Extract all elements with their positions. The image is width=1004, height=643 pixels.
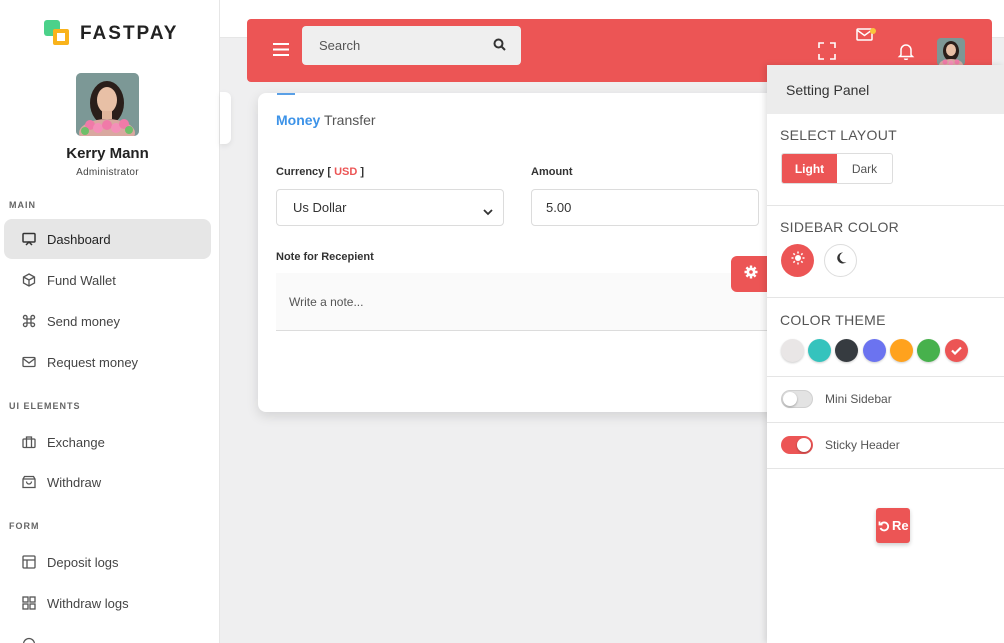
- brand-name: FASTPAY: [80, 23, 179, 44]
- theme-swatch-selected[interactable]: [945, 339, 968, 362]
- section-title-form: FORM: [9, 521, 40, 531]
- note-input[interactable]: [276, 273, 778, 331]
- logo-icon: [44, 20, 72, 48]
- section-title-main: MAIN: [9, 200, 36, 210]
- toggle-knob: [797, 438, 811, 452]
- sidebar-item-label: Withdraw logs: [47, 595, 129, 611]
- layout-option-dark[interactable]: Dark: [837, 154, 892, 183]
- sidebar-item-deposit-logs[interactable]: Deposit logs: [4, 542, 211, 582]
- amount-input[interactable]: [531, 189, 759, 226]
- search-input[interactable]: [302, 26, 521, 65]
- user-name: Kerry Mann: [66, 145, 149, 162]
- user-avatar[interactable]: [76, 73, 139, 136]
- layout-section-title: SELECT LAYOUT: [780, 127, 897, 143]
- sidebar-item-settings-partial[interactable]: [4, 624, 211, 643]
- sidebar-color-title: SIDEBAR COLOR: [780, 219, 900, 235]
- setting-panel-title: Setting Panel: [767, 65, 1004, 114]
- color-theme-section: [767, 298, 1004, 377]
- sidebar-item-send-money[interactable]: Send money: [4, 301, 211, 341]
- settings-toggle-button[interactable]: [731, 256, 771, 292]
- sidebar-item-exchange[interactable]: Exchange: [4, 422, 211, 462]
- sidebar-item-withdraw-logs[interactable]: Withdraw logs: [4, 583, 211, 623]
- sidebar-item-label: Exchange: [47, 434, 105, 450]
- sidebar-item-label: Send money: [47, 313, 120, 329]
- currency-select-value: Us Dollar: [293, 200, 347, 215]
- sun-icon: [791, 251, 805, 270]
- toggle-knob: [783, 392, 797, 406]
- sidebar: FASTPAY Kerry Mann Administrator MAIN Da…: [0, 0, 220, 643]
- sticky-header-label: Sticky Header: [825, 438, 900, 452]
- currency-label: Currency [ USD ]: [276, 166, 365, 178]
- theme-swatch[interactable]: [835, 339, 858, 362]
- header-avatar[interactable]: [937, 38, 965, 66]
- reset-button[interactable]: Re: [876, 508, 910, 543]
- command-icon: [22, 314, 36, 328]
- sidebar-item-fund-wallet[interactable]: Fund Wallet: [4, 260, 211, 300]
- currency-select[interactable]: Us Dollar: [276, 189, 504, 226]
- money-transfer-card: Money Transfer Currency [ USD ] Us Dolla…: [258, 93, 778, 412]
- mini-sidebar-toggle[interactable]: [781, 390, 813, 408]
- menu-icon[interactable]: [273, 43, 289, 56]
- sidebar-item-label: Dashboard: [47, 231, 111, 247]
- layout-icon: [22, 555, 36, 569]
- user-role: Administrator: [76, 167, 139, 178]
- grid-icon: [22, 596, 36, 610]
- sidebar-item-request-money[interactable]: Request money: [4, 342, 211, 382]
- shopping-bag-icon: [22, 475, 36, 489]
- undo-icon: [878, 520, 890, 532]
- sidebar-item-label: Deposit logs: [47, 554, 119, 570]
- color-theme-title: COLOR THEME: [780, 312, 886, 328]
- bell-icon[interactable]: [897, 42, 915, 61]
- theme-swatch[interactable]: [808, 339, 831, 362]
- gear-icon: [744, 265, 758, 284]
- search-icon[interactable]: [493, 38, 506, 51]
- chevron-down-icon: [483, 204, 493, 216]
- sidebar-item-label: Withdraw: [47, 474, 102, 490]
- sidebar-item-dashboard[interactable]: Dashboard: [4, 219, 211, 259]
- briefcase-icon: [22, 435, 36, 449]
- amount-label: Amount: [531, 166, 573, 178]
- layout-option-light[interactable]: Light: [782, 154, 837, 183]
- check-icon: [951, 342, 962, 360]
- setting-panel: Setting Panel SELECT LAYOUT Light Dark S…: [767, 65, 1004, 643]
- box-icon: [22, 273, 36, 287]
- monitor-icon: [22, 232, 36, 246]
- theme-swatch[interactable]: [863, 339, 886, 362]
- sidebar-item-label: Request money: [47, 354, 139, 370]
- sticky-header-toggle[interactable]: [781, 436, 813, 454]
- brand-logo[interactable]: FASTPAY: [44, 20, 178, 48]
- note-label: Note for Recepient: [276, 251, 374, 263]
- theme-swatch[interactable]: [890, 339, 913, 362]
- theme-swatch[interactable]: [781, 339, 804, 362]
- mini-sidebar-label: Mini Sidebar: [825, 392, 892, 406]
- reset-button-label: Re: [892, 518, 909, 533]
- section-title-ui-elements: UI ELEMENTS: [9, 401, 81, 411]
- card-title: Money Transfer: [276, 112, 376, 128]
- fullscreen-icon[interactable]: [818, 42, 836, 60]
- sidebar-color-dark-button[interactable]: [824, 244, 857, 277]
- mail-notification-icon[interactable]: [856, 26, 878, 44]
- mail-icon: [22, 355, 36, 369]
- settings-icon: [22, 637, 36, 643]
- theme-swatch[interactable]: [917, 339, 940, 362]
- collapsed-tab[interactable]: [220, 92, 231, 144]
- sidebar-item-label: Fund Wallet: [47, 272, 116, 288]
- card-accent: [277, 93, 295, 95]
- moon-icon: [834, 251, 848, 270]
- sidebar-color-light-button[interactable]: [781, 244, 814, 277]
- sidebar-item-withdraw[interactable]: Withdraw: [4, 462, 211, 502]
- layout-toggle: Light Dark: [781, 153, 893, 184]
